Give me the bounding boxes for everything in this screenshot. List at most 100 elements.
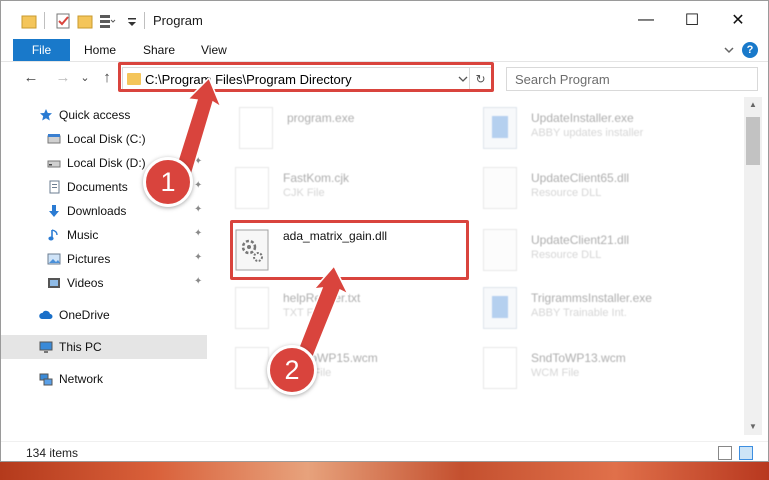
- cloud-icon: [39, 310, 53, 319]
- sidebar-item-label: Documents: [67, 180, 128, 194]
- file-type: Resource DLL: [531, 187, 602, 199]
- sidebar-item-label: Local Disk (C:): [67, 132, 146, 146]
- file-name: SndToWP13.wcm: [531, 351, 626, 365]
- sidebar-item-label: Quick access: [59, 108, 131, 122]
- star-icon: [40, 109, 52, 121]
- file-item[interactable]: TrigrammsInstaller.exe ABBY Trainable In…: [483, 283, 723, 341]
- pictures-icon: [47, 253, 61, 265]
- file-name: UpdateClient65.dll: [531, 171, 630, 185]
- scroll-down-arrow[interactable]: ▼: [744, 419, 762, 435]
- sidebar-item-label: Downloads: [67, 204, 127, 218]
- chevron-down-icon[interactable]: [721, 42, 737, 58]
- installer-icon: [483, 107, 517, 149]
- file-name: FastKom.cjk: [283, 171, 350, 185]
- file-item[interactable]: UpdateClient21.dll Resource DLL: [483, 225, 723, 283]
- sidebar-item-music[interactable]: Music ✦: [1, 223, 207, 247]
- tab-home[interactable]: Home: [84, 43, 116, 57]
- videos-icon: [48, 278, 60, 288]
- installer-icon: [483, 287, 517, 329]
- scroll-up-arrow[interactable]: ▲: [744, 97, 762, 113]
- document-icon: [235, 167, 269, 209]
- window-title: Program: [153, 13, 203, 28]
- tab-file[interactable]: File: [13, 39, 70, 61]
- gear-file-icon: [483, 167, 517, 209]
- file-type: Resource DLL: [531, 249, 602, 261]
- sidebar-item-label: This PC: [59, 340, 102, 354]
- tab-view[interactable]: View: [201, 43, 227, 57]
- search-box[interactable]: Search Program: [506, 67, 758, 91]
- computer-icon: [39, 341, 53, 353]
- file-name: helpReader.txt: [283, 291, 361, 305]
- sidebar-item-pictures[interactable]: Pictures ✦: [1, 247, 207, 271]
- details-view-button[interactable]: [718, 446, 732, 460]
- address-highlight-box: [118, 62, 494, 92]
- back-button[interactable]: ←: [21, 68, 41, 88]
- file-item[interactable]: FastKom.cjk CJK File: [235, 163, 475, 221]
- ribbon-tabs: File Home Share View ?: [1, 39, 768, 61]
- help-button[interactable]: ?: [742, 42, 758, 58]
- file-type: ABBY Trainable Int.: [531, 307, 627, 319]
- program-exe-icon: [239, 107, 273, 149]
- forward-button[interactable]: →: [53, 68, 73, 88]
- large-icons-view-button[interactable]: [739, 446, 753, 460]
- pin-icon: ✦: [194, 204, 203, 215]
- document-icon: [235, 287, 269, 329]
- sidebar-item-network[interactable]: Network: [1, 367, 207, 391]
- sidebar-item-this-pc[interactable]: This PC: [1, 335, 207, 359]
- maximize-button[interactable]: ☐: [669, 1, 715, 39]
- sidebar-item-quick-access[interactable]: Quick access: [1, 103, 207, 127]
- pin-icon: ✦: [194, 156, 203, 167]
- file-item[interactable]: SndToWP13.wcm WCM File: [483, 343, 723, 401]
- network-icon: [39, 373, 53, 386]
- pin-icon: ✦: [194, 228, 203, 239]
- sidebar-item-onedrive[interactable]: OneDrive: [1, 303, 207, 327]
- callout-badge-2: 2: [267, 345, 317, 395]
- drive-icon: [47, 134, 61, 144]
- sidebar-item-label: OneDrive: [59, 308, 110, 322]
- file-item[interactable]: helpReader.txt TXT File: [235, 283, 475, 341]
- pin-icon: ✦: [194, 132, 203, 143]
- file-type: WCM File: [531, 367, 580, 379]
- sidebar-item-label: Music: [67, 228, 99, 242]
- file-item[interactable]: UpdateClient65.dll Resource DLL: [483, 163, 723, 221]
- sidebar-item-label: Videos: [67, 276, 104, 290]
- tab-share[interactable]: Share: [143, 43, 175, 57]
- file-type: TXT File: [283, 307, 325, 319]
- recent-locations-button[interactable]: ⌄: [75, 68, 95, 88]
- sidebar-item-local-disk-c[interactable]: Local Disk (C:) ✦: [1, 127, 207, 151]
- title-bar: Program — ☐ ✕: [1, 1, 768, 39]
- pin-icon: ✦: [194, 276, 203, 287]
- music-icon: [48, 229, 58, 241]
- new-folder-icon[interactable]: [77, 12, 93, 30]
- folder-icon: [21, 15, 37, 29]
- sidebar-item-label: Local Disk (D:): [67, 156, 146, 170]
- file-name: UpdateInstaller.exe: [531, 111, 634, 125]
- gear-file-icon: [483, 229, 517, 271]
- customize-toolbar-icon[interactable]: [127, 12, 137, 30]
- up-button[interactable]: ↑: [97, 68, 117, 88]
- view-options-icon[interactable]: [98, 12, 116, 30]
- minimize-button[interactable]: —: [623, 1, 669, 39]
- properties-icon[interactable]: [55, 12, 71, 30]
- search-input[interactable]: Search Program: [515, 72, 610, 87]
- sidebar-item-label: Pictures: [67, 252, 111, 266]
- download-icon: [49, 205, 59, 217]
- sidebar-item-videos[interactable]: Videos ✦: [1, 271, 207, 295]
- item-count: 134 items: [26, 446, 79, 460]
- document-icon: [483, 347, 517, 389]
- document-icon: [235, 347, 269, 389]
- file-name: TrigrammsInstaller.exe: [531, 291, 652, 305]
- scroll-thumb[interactable]: [746, 117, 760, 165]
- file-name: program.exe: [287, 111, 355, 125]
- pin-icon: ✦: [194, 180, 203, 191]
- navigation-pane: Quick access Local Disk (C:) ✦ Local Dis…: [1, 97, 211, 435]
- pin-icon: ✦: [194, 252, 203, 263]
- close-button[interactable]: ✕: [715, 1, 761, 39]
- file-type: CJK File: [283, 187, 325, 199]
- file-item[interactable]: UpdateInstaller.exe ABBY updates install…: [483, 103, 723, 161]
- file-type: ABBY updates installer: [531, 127, 644, 139]
- vertical-scrollbar[interactable]: ▲ ▼: [744, 97, 762, 435]
- file-item[interactable]: program.exe: [239, 103, 479, 161]
- status-bar: 134 items: [1, 441, 768, 461]
- callout-badge-1: 1: [143, 157, 193, 207]
